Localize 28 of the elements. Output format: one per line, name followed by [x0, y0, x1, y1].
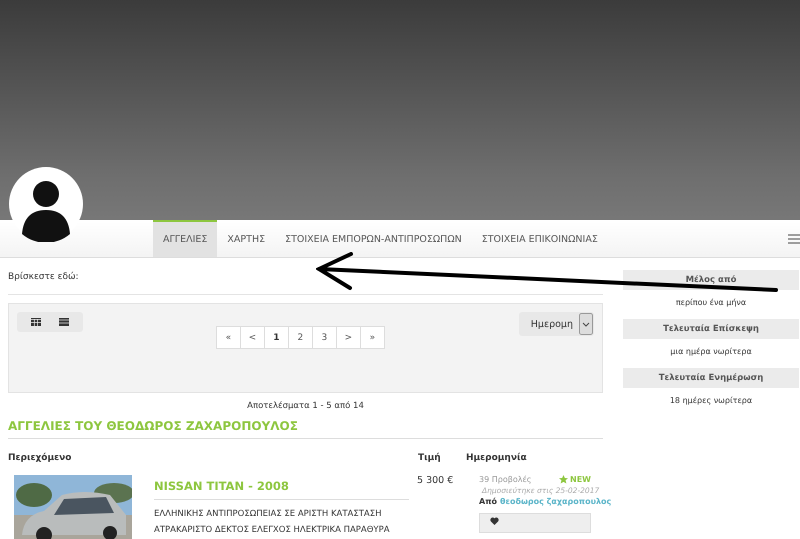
nav-tab[interactable]: ΣΤΟΙΧΕΙΑ ΕΜΠΟΡΩΝ-ΑΝΤΙΠΡΟΣΩΠΩΝ — [275, 220, 472, 257]
view-count: 39 Προβολές — [479, 475, 532, 484]
column-header: Περιεχόμενο — [8, 453, 72, 465]
column-header: Τιμή — [418, 453, 442, 465]
sidebar-heading: Τελευταία Επίσκεψη — [623, 319, 799, 339]
sidebar-value: μια ημέρα νωρίτερα — [669, 346, 753, 358]
sidebar-value: περίπου ένα μήνα — [674, 297, 748, 309]
page-link[interactable]: > — [336, 326, 361, 349]
listing-price: 5 300 € — [417, 475, 454, 486]
page-link[interactable]: 3 — [312, 326, 337, 349]
results-count: Αποτελέσματα 1 - 5 από 14 — [246, 400, 365, 413]
nav-tab[interactable]: ΧΑΡΤΗΣ — [217, 220, 276, 257]
new-badge: NEW — [559, 475, 591, 484]
breadcrumb: Βρίσκεστε εδώ: — [8, 258, 603, 295]
page-link[interactable]: « — [216, 326, 241, 349]
page-link[interactable]: » — [360, 326, 385, 349]
sidebar-heading: Τελευταία Ενημέρωση — [623, 368, 799, 388]
column-header: Ημερομηνία — [466, 453, 527, 465]
page-link[interactable]: 1 — [264, 326, 289, 349]
section-title: ΑΓΓΕΛΙΕΣ ΤΟΥ ΘΕΟΔΩΡΟΣ ΖΑΧΑΡΟΠΟΥΛΟΣ — [8, 419, 603, 439]
author-label: Από — [479, 497, 498, 506]
listing-description: ΕΛΛΗΝΙΚΗΣ ΑΝΤΙΠΡΟΣΩΠΕΙΑΣ ΣΕ ΑΡΙΣΤΗ ΚΑΤΑΣΤΑΣΗ ΑΤΡΑΚΑΡΙΣΤΟ ΔΕΚΤΟΣ ΕΛΕΓΧΟΣ ΗΛΕΚΤΡΙΚΑ ΠΑΡΑΘΥΡΑ — [154, 508, 391, 537]
nav-tab[interactable]: ΑΓΓΕΛΙΕΣ — [153, 220, 218, 257]
page-link[interactable]: 2 — [288, 326, 313, 349]
nav-tab[interactable]: ΣΤΟΙΧΕΙΑ ΕΠΙΚΟΙΝΩΝΙΑΣ — [472, 220, 608, 257]
sort-dropdown[interactable]: Ημερομη — [518, 312, 594, 336]
page-link[interactable]: < — [240, 326, 265, 349]
sidebar-value: 18 ημέρες νωρίτερα — [668, 395, 754, 407]
